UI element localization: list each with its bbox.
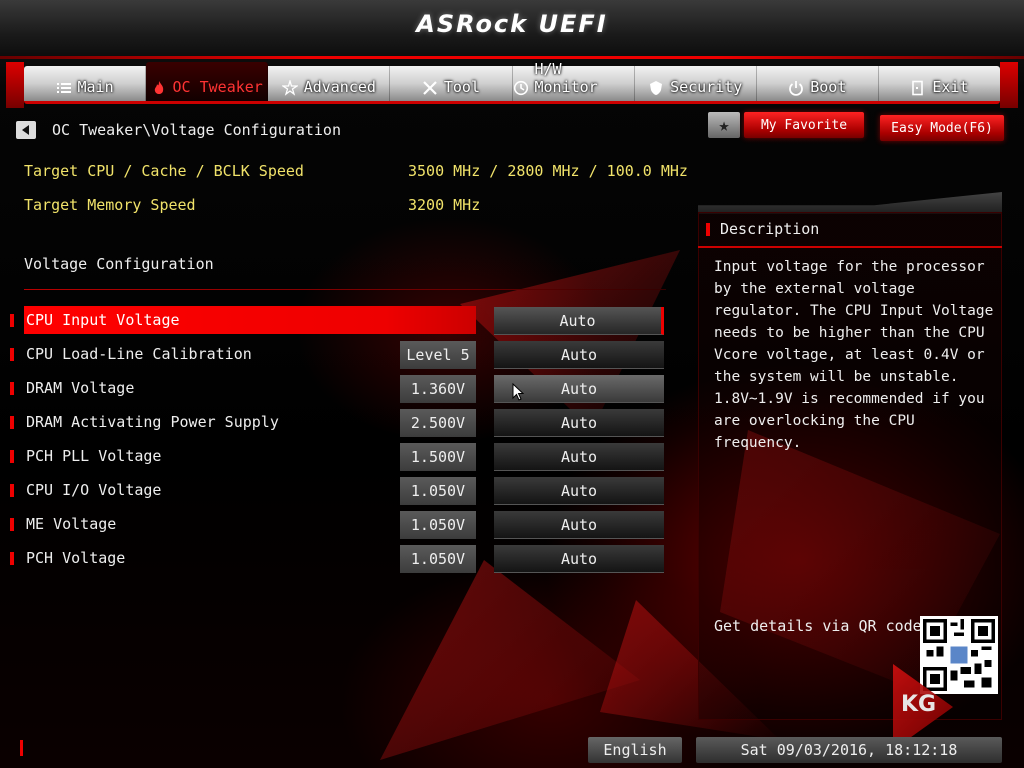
header-divider bbox=[0, 56, 1024, 59]
setting-row-pch-voltage: PCH Voltage 1.050V Auto bbox=[10, 544, 670, 573]
tab-main-label: Main bbox=[77, 78, 114, 96]
back-button[interactable] bbox=[16, 121, 36, 139]
header-bar: ASRock UEFI bbox=[0, 0, 1024, 56]
setting-row-cpu-input-voltage: CPU Input Voltage Auto bbox=[10, 306, 670, 335]
row-marker bbox=[10, 416, 14, 429]
current-value: 1.360V bbox=[400, 375, 476, 403]
setting-label[interactable]: PCH PLL Voltage bbox=[24, 442, 161, 470]
main-nav: Main OC Tweaker Advanced Tool H/W Monito… bbox=[24, 60, 1000, 104]
setting-value-select[interactable]: Auto bbox=[494, 511, 664, 539]
mouse-cursor-icon bbox=[512, 383, 524, 401]
setting-label[interactable]: CPU Input Voltage bbox=[24, 306, 476, 334]
header-title: ASRock UEFI bbox=[416, 10, 608, 38]
setting-row-pch-pll-voltage: PCH PLL Voltage 1.500V Auto bbox=[10, 442, 670, 471]
tab-advanced-label: Advanced bbox=[303, 78, 376, 96]
tab-security-label: Security bbox=[670, 78, 743, 96]
tab-hw-monitor[interactable]: H/W Monitor bbox=[513, 60, 635, 101]
setting-row-dram-voltage: DRAM Voltage 1.360V Auto bbox=[10, 374, 670, 403]
tab-oc-tweaker-label: OC Tweaker bbox=[172, 78, 263, 96]
tools-icon bbox=[422, 80, 438, 96]
target-cpu-value: 3500 MHz / 2800 MHz / 100.0 MHz bbox=[408, 162, 688, 180]
setting-label[interactable]: PCH Voltage bbox=[24, 544, 125, 572]
current-value: 1.050V bbox=[400, 511, 476, 539]
my-favorite-button[interactable]: My Favorite bbox=[744, 112, 864, 138]
current-value: Level 5 bbox=[400, 341, 476, 369]
monitor-icon bbox=[513, 80, 529, 96]
description-title: Description bbox=[720, 220, 820, 238]
row-marker bbox=[10, 382, 14, 395]
tab-tool[interactable]: Tool bbox=[390, 66, 513, 101]
row-marker bbox=[10, 450, 14, 463]
setting-label[interactable]: DRAM Voltage bbox=[24, 374, 134, 402]
footer-marker bbox=[20, 740, 23, 756]
setting-label[interactable]: CPU Load-Line Calibration bbox=[24, 340, 252, 368]
setting-label[interactable]: CPU I/O Voltage bbox=[24, 476, 161, 504]
setting-label[interactable]: ME Voltage bbox=[24, 510, 116, 538]
watermark-text: KG bbox=[901, 692, 937, 717]
tab-exit[interactable]: Exit bbox=[879, 66, 1000, 101]
setting-row-me-voltage: ME Voltage 1.050V Auto bbox=[10, 510, 670, 539]
tab-oc-tweaker[interactable]: OC Tweaker bbox=[146, 62, 269, 101]
setting-value-select[interactable]: Auto bbox=[494, 409, 664, 437]
exit-icon bbox=[910, 80, 926, 96]
description-header: Description bbox=[698, 214, 1002, 248]
tab-boot-label: Boot bbox=[810, 78, 847, 96]
section-title: Voltage Configuration bbox=[24, 255, 214, 273]
setting-row-load-line-calibration: CPU Load-Line Calibration Level 5 Auto bbox=[10, 340, 670, 369]
qr-code-icon[interactable] bbox=[920, 616, 998, 694]
setting-row-cpu-io-voltage: CPU I/O Voltage 1.050V Auto bbox=[10, 476, 670, 505]
row-marker bbox=[10, 484, 14, 497]
description-marker bbox=[706, 223, 710, 236]
section-divider bbox=[24, 289, 666, 290]
tab-advanced[interactable]: Advanced bbox=[268, 66, 391, 101]
power-icon bbox=[788, 80, 804, 96]
setting-label[interactable]: DRAM Activating Power Supply bbox=[24, 408, 279, 436]
row-marker bbox=[10, 518, 14, 531]
favorite-star-button[interactable]: ★ bbox=[708, 112, 740, 138]
description-text: Input voltage for the processor by the e… bbox=[714, 259, 994, 451]
flame-icon bbox=[151, 80, 167, 96]
shield-icon bbox=[648, 80, 664, 96]
system-clock: Sat 09/03/2016, 18:12:18 bbox=[696, 737, 1002, 763]
current-value: 1.500V bbox=[400, 443, 476, 471]
current-value: 1.050V bbox=[400, 477, 476, 505]
setting-value-select[interactable]: Auto bbox=[494, 341, 664, 369]
tab-boot[interactable]: Boot bbox=[757, 66, 879, 101]
current-value: 1.050V bbox=[400, 545, 476, 573]
tab-exit-label: Exit bbox=[932, 78, 969, 96]
target-memory-label: Target Memory Speed bbox=[24, 196, 196, 214]
tab-security[interactable]: Security bbox=[635, 66, 757, 101]
background-shard bbox=[380, 560, 640, 760]
setting-value-select[interactable]: Auto bbox=[494, 443, 664, 471]
list-icon bbox=[56, 80, 72, 96]
row-marker bbox=[10, 552, 14, 565]
easy-mode-button[interactable]: Easy Mode(F6) bbox=[880, 115, 1004, 141]
current-value: 2.500V bbox=[400, 409, 476, 437]
tab-tool-label: Tool bbox=[443, 78, 480, 96]
setting-value-select[interactable]: Auto bbox=[494, 477, 664, 505]
row-marker bbox=[10, 348, 14, 361]
nav-right-cap bbox=[1000, 62, 1018, 108]
target-memory-value: 3200 MHz bbox=[408, 196, 481, 214]
target-cpu-label: Target CPU / Cache / BCLK Speed bbox=[24, 162, 304, 180]
tab-hw-monitor-label: H/W Monitor bbox=[534, 60, 598, 96]
language-button[interactable]: English bbox=[588, 737, 682, 763]
setting-value-select[interactable]: Auto bbox=[494, 545, 664, 573]
setting-row-dram-activating-power-supply: DRAM Activating Power Supply 2.500V Auto bbox=[10, 408, 670, 437]
qr-label: Get details via QR code bbox=[714, 617, 922, 635]
tab-main[interactable]: Main bbox=[24, 66, 147, 101]
nav-left-cap bbox=[6, 62, 24, 108]
row-marker bbox=[10, 314, 14, 327]
star-icon: ★ bbox=[718, 114, 730, 136]
setting-value-select[interactable]: Auto bbox=[494, 307, 664, 335]
breadcrumb: OC Tweaker\Voltage Configuration bbox=[52, 121, 341, 139]
star-sparkle-icon bbox=[281, 80, 298, 96]
